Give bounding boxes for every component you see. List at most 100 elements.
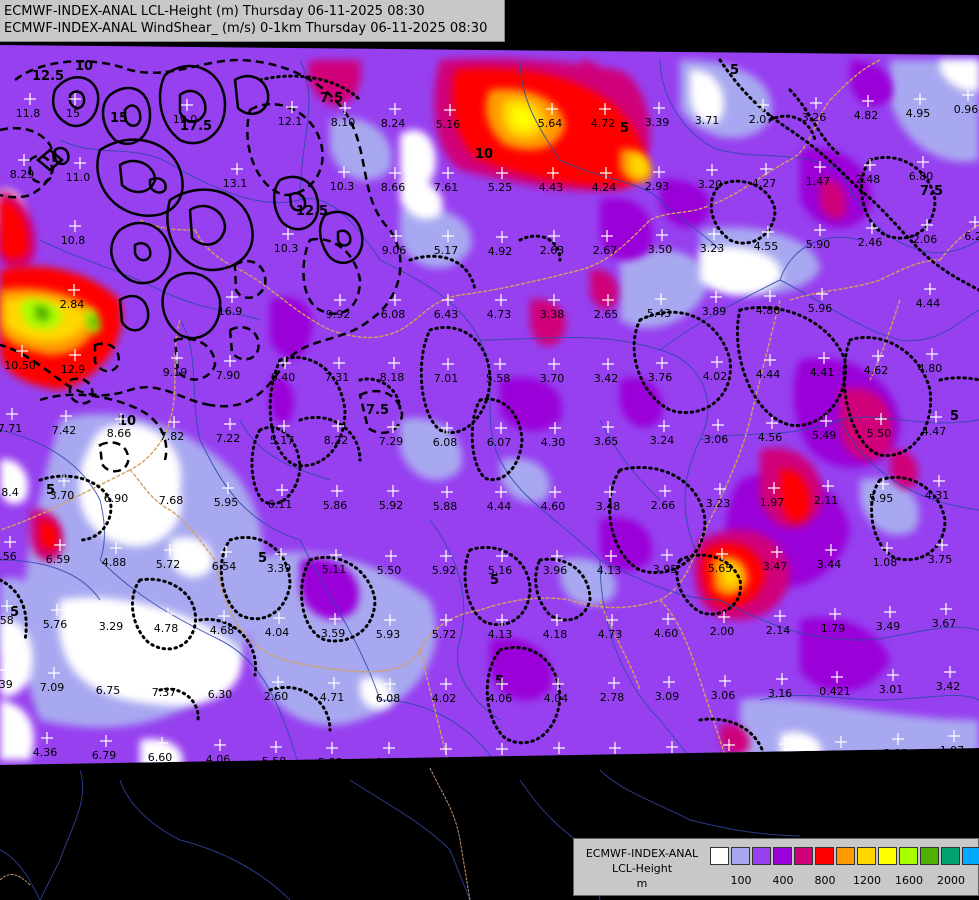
- value-label: 10.3: [330, 180, 355, 193]
- legend-tick: 800: [814, 874, 836, 887]
- value-label: 3.96: [543, 564, 568, 577]
- color-legend: ECMWF-INDEX-ANAL LCL-Height m 100 400 800 1…: [573, 838, 979, 896]
- value-label: 5.86: [323, 499, 348, 512]
- value-label: 5.65: [708, 562, 733, 575]
- value-label: 4.60: [654, 627, 679, 640]
- value-label: 5.96: [808, 302, 833, 315]
- value-label: 6.54: [212, 560, 237, 573]
- legend-swatch: [773, 847, 792, 865]
- value-label: .58: [0, 614, 14, 627]
- value-label: 3.24: [650, 434, 675, 447]
- value-label: 5.93: [376, 628, 401, 641]
- value-label: 5.95: [214, 496, 239, 509]
- header-panel: ECMWF-INDEX-ANAL LCL-Height (m) Thursday…: [0, 0, 505, 42]
- value-label: 4.71: [320, 691, 345, 704]
- legend-tick: 100: [730, 874, 752, 887]
- value-label: 2.93: [645, 180, 670, 193]
- value-label: 2.07: [749, 113, 774, 126]
- value-label: .39: [0, 678, 13, 691]
- value-label: 3.47: [763, 560, 788, 573]
- value-label: 3.44: [817, 558, 842, 571]
- value-label: 2.66: [651, 499, 676, 512]
- value-label: 5.50: [377, 564, 402, 577]
- header-line-1: ECMWF-INDEX-ANAL LCL-Height (m) Thursday…: [4, 4, 425, 19]
- value-label: 5.17: [270, 434, 295, 447]
- value-label: 0.96: [954, 103, 979, 116]
- value-label: 5.72: [432, 628, 457, 641]
- value-label: 4.18: [658, 755, 683, 768]
- value-label: 6.80: [909, 170, 934, 183]
- legend-tick: 400: [772, 874, 794, 887]
- value-label: 7.01: [434, 372, 459, 385]
- value-label: 8.24: [381, 117, 406, 130]
- value-label: 2.00: [710, 625, 735, 638]
- value-label: 4.06: [206, 753, 231, 766]
- value-label: 6.08: [376, 692, 401, 705]
- value-label: 3.49: [876, 620, 901, 633]
- value-label: 7.09: [40, 681, 65, 694]
- value-label: 3.38: [540, 308, 565, 321]
- value-label: 7.22: [216, 432, 241, 445]
- legend-swatch: [857, 847, 876, 865]
- value-label: 10.8: [61, 234, 86, 247]
- value-label: 4.67: [432, 757, 457, 770]
- contour-label: 5: [495, 674, 504, 689]
- value-label: 6.90: [104, 492, 129, 505]
- legend-title: ECMWF-INDEX-ANAL LCL-Height m: [578, 846, 706, 891]
- value-label: 4.44: [487, 500, 512, 513]
- legend-swatch: [710, 847, 729, 865]
- legend-swatch: [836, 847, 855, 865]
- legend-tick: 1200: [853, 874, 881, 887]
- value-label: 2.67: [593, 244, 618, 257]
- legend-unit: m: [636, 877, 648, 890]
- value-label: 4.95: [906, 107, 931, 120]
- value-label: 2.23: [884, 747, 909, 760]
- value-label: 4.06: [488, 692, 513, 705]
- contour-label: 5: [620, 121, 629, 136]
- value-label: 0.421: [819, 685, 851, 698]
- contour-label: 10: [75, 59, 93, 74]
- value-label: 7.42: [52, 424, 77, 437]
- value-label: 2.96: [488, 757, 513, 770]
- value-label: 3.70: [540, 372, 565, 385]
- value-label: 3.76: [648, 371, 673, 384]
- value-label: 5.88: [433, 500, 458, 513]
- value-label: 3.20: [698, 178, 723, 191]
- value-label: 8.66: [107, 427, 132, 440]
- value-label: 4.47: [922, 425, 947, 438]
- value-label: 4.04: [544, 692, 569, 705]
- value-label: 4.04: [265, 626, 290, 639]
- value-label: 12.9: [61, 363, 86, 376]
- legend-swatch: [752, 847, 771, 865]
- header-line-2: ECMWF-INDEX-ANAL WindShear_ (m/s) 0-1km …: [4, 21, 488, 36]
- value-label: 6.60: [148, 751, 173, 764]
- value-label: 4.43: [539, 181, 564, 194]
- legend-swatch: [815, 847, 834, 865]
- value-label: 9.06: [382, 244, 407, 257]
- value-label: 6.2: [964, 230, 979, 243]
- value-label: 6.30: [208, 688, 233, 701]
- value-label: 3.16: [768, 687, 793, 700]
- value-label: 3.67: [932, 617, 957, 630]
- value-label: 5.92: [379, 499, 404, 512]
- contour-label: 10: [475, 147, 493, 162]
- legend-tick: 2000: [937, 874, 965, 887]
- legend-ticks: 100 400 800 1200 1600 2000: [710, 874, 970, 888]
- value-label: 3.48: [596, 500, 621, 513]
- legend-variable: LCL-Height: [611, 862, 673, 875]
- value-label: 7.29: [379, 435, 404, 448]
- value-label: 7.61: [434, 181, 459, 194]
- value-label: 4.41: [810, 366, 835, 379]
- value-label: 2.63: [540, 244, 565, 257]
- value-label: 4.44: [916, 297, 941, 310]
- value-label: 4.82: [854, 109, 879, 122]
- value-label: 11.8: [16, 107, 41, 120]
- value-label: 4.78: [154, 622, 179, 635]
- value-label: 2.14: [766, 624, 791, 637]
- value-label: 3.23: [700, 242, 725, 255]
- legend-swatch: [731, 847, 750, 865]
- value-label: 2.11: [814, 494, 839, 507]
- value-label: 13.1: [223, 177, 248, 190]
- contour-label: 5: [950, 409, 959, 424]
- value-label: 4.13: [597, 564, 622, 577]
